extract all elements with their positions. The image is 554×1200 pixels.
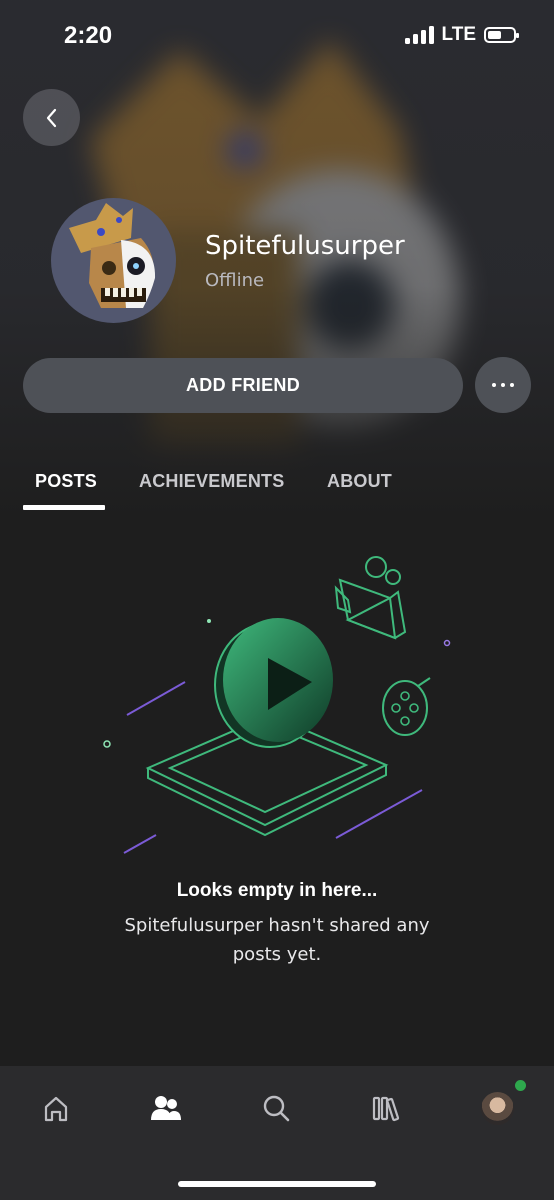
chevron-left-icon (46, 108, 56, 127)
tab-about[interactable]: ABOUT (327, 471, 392, 492)
signal-icon (404, 26, 434, 44)
battery-icon (484, 27, 519, 43)
ellipsis-icon (492, 383, 514, 387)
search-icon (263, 1095, 290, 1122)
empty-state-message: Spitefulusurper hasn't shared any posts … (124, 915, 430, 965)
active-tab-indicator (23, 505, 105, 510)
nav-search[interactable] (258, 1090, 294, 1126)
nav-home[interactable] (38, 1090, 74, 1126)
nav-profile-avatar[interactable] (481, 1092, 514, 1125)
tab-posts[interactable]: POSTS (35, 471, 97, 492)
profile-avatar[interactable] (51, 198, 176, 323)
empty-posts-illustration (103, 556, 451, 854)
library-icon (372, 1096, 400, 1122)
home-indicator (178, 1181, 376, 1187)
tab-achievements[interactable]: ACHIEVEMENTS (139, 471, 284, 492)
friends-icon (151, 1096, 181, 1120)
nav-friends[interactable] (148, 1090, 184, 1126)
skull-king-icon (69, 203, 156, 308)
back-button[interactable] (23, 89, 80, 146)
nav-library[interactable] (369, 1090, 405, 1126)
network-type: LTE (441, 24, 476, 45)
profile-gamertag: Spitefulusurper (205, 231, 405, 261)
bottom-navigation-bar (0, 1066, 554, 1200)
online-status-dot (515, 1080, 526, 1091)
home-icon (44, 1096, 68, 1122)
status-indicators: LTE (404, 24, 519, 46)
empty-state-title: Looks empty in here... (176, 880, 378, 901)
add-friend-button[interactable]: ADD FRIEND (23, 358, 463, 413)
status-time: 2:20 (64, 22, 113, 49)
profile-presence: Offline (205, 270, 265, 291)
more-options-button[interactable] (475, 357, 531, 413)
